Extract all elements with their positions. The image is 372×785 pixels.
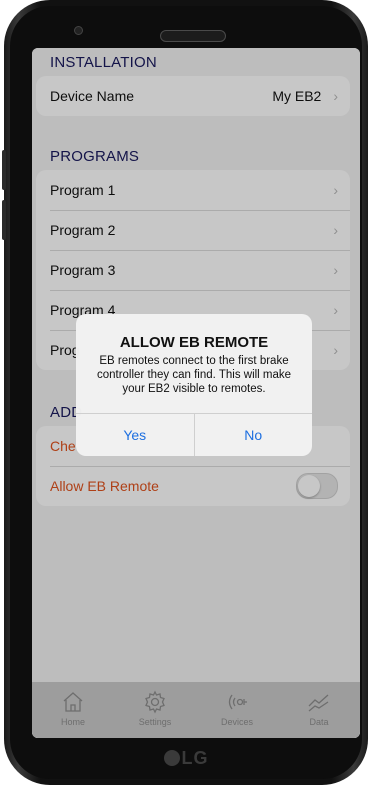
brand-logo: LG bbox=[0, 748, 372, 769]
brand-name: LG bbox=[181, 748, 209, 768]
allow-remote-dialog: ALLOW EB REMOTE EB remotes connect to th… bbox=[76, 314, 312, 456]
lg-logo-icon bbox=[163, 750, 180, 766]
yes-button[interactable]: Yes bbox=[76, 414, 194, 456]
no-button[interactable]: No bbox=[193, 414, 313, 456]
dialog-buttons: Yes No bbox=[76, 413, 312, 456]
dialog-message: EB remotes connect to the first brake co… bbox=[96, 355, 292, 395]
app-screen: INSTALLATION Device Name My EB2 › PROGRA… bbox=[32, 48, 360, 738]
volume-button bbox=[2, 200, 6, 240]
earpiece bbox=[160, 30, 226, 42]
dialog-title: ALLOW EB REMOTE bbox=[119, 334, 269, 351]
front-camera bbox=[74, 26, 83, 35]
volume-button bbox=[2, 150, 6, 190]
